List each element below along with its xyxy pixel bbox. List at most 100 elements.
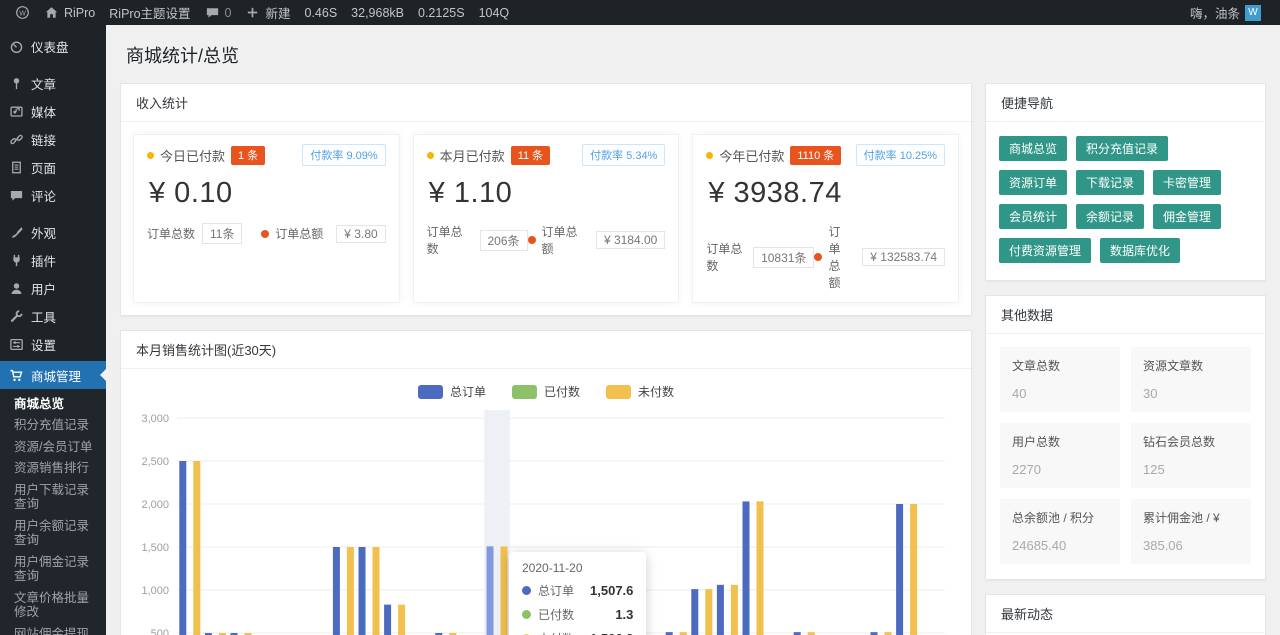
wordpress-icon: W [15,5,30,20]
orders-label: 订单总数 [427,223,473,257]
orders-label: 订单总数 [147,225,195,242]
perf-stat-queries: 104Q [472,6,517,20]
quick-nav-button-memberstats[interactable]: 会员统计 [999,204,1067,229]
submenu-item-commission-records[interactable]: 用户佣金记录查询 [0,551,106,587]
svg-text:2,000: 2,000 [141,499,169,511]
comments-count: 0 [225,6,232,20]
quick-nav-button-dboptimize[interactable]: 数据库优化 [1100,238,1180,263]
perf-stat-querytime: 0.2125S [411,6,472,20]
new-content-link[interactable]: 新建 [238,0,297,25]
card-label: 今日已付款 [160,146,225,165]
income-card-year: 今年已付款 1110 条 付款率 10.25% ¥ 3938.74 订单总数 1… [692,134,959,303]
legend-item-paid[interactable]: 已付数 [512,383,580,400]
amount-value: ¥ 1.10 [429,177,666,210]
orders-label: 订单总数 [706,240,746,274]
submenu-item-withdraw-review[interactable]: 网站佣金提现审核 [0,623,106,635]
chart-panel-title: 本月销售统计图(近30天) [121,331,971,369]
submenu-item-sales-ranking[interactable]: 资源销售排行 [0,458,106,480]
sales-bar-chart[interactable]: 05001,0001,5002,0002,5003,0002020-11-082… [121,402,971,635]
settings-icon [9,337,24,352]
user-avatar: W [1245,5,1261,21]
quick-nav-button-paidres[interactable]: 付费资源管理 [999,238,1091,263]
total-label: 订单总额 [542,223,583,257]
sidebar-item-settings[interactable]: 设置 [0,330,106,358]
legend-swatch [418,385,443,399]
appearance-icon [9,225,24,240]
quick-nav-button-orders[interactable]: 资源订单 [999,170,1067,195]
submenu-item-bulk-price[interactable]: 文章价格批量修改 [0,587,106,623]
perf-stat-memory: 32,968kB [344,6,411,20]
sales-chart-svg: 05001,0001,5002,0002,5003,0002020-11-082… [125,404,961,635]
submenu-item-download-records[interactable]: 用户下载记录查询 [0,479,106,515]
stat-posts-total: 文章总数40 [1000,347,1120,412]
posts-icon [9,76,24,91]
quick-nav-panel: 便捷导航 商城总览积分充值记录资源订单下载记录卡密管理会员统计余额记录佣金管理付… [985,83,1266,281]
sidebar-item-media[interactable]: 媒体 [0,97,106,125]
legend-swatch [606,385,631,399]
comment-icon [205,5,220,20]
count-badge: 1 条 [231,146,265,165]
total-amount: ¥ 3.80 [336,225,385,243]
admin-sidebar: 仪表盘 文章 媒体 链接 页面 评论 外观 插件 用户 工具 设置 商城管理 商… [0,25,106,635]
sidebar-item-plugins[interactable]: 插件 [0,246,106,274]
sidebar-item-pages[interactable]: 页面 [0,153,106,181]
stat-resource-posts: 资源文章数30 [1131,347,1251,412]
sidebar-item-posts[interactable]: 文章 [0,69,106,97]
store-submenu: 商城总览 积分充值记录 资源/会员订单 资源销售排行 用户下载记录查询 用户余额… [0,389,106,635]
submenu-item-balance-records[interactable]: 用户余额记录查询 [0,515,106,551]
card-label: 本月已付款 [440,146,505,165]
main-content: 商城统计/总览 收入统计 今日已付款 1 条 付款率 9.09% [106,25,1280,635]
site-link[interactable]: RiPro [37,0,102,25]
comments-link[interactable]: 0 [198,0,239,25]
home-icon [44,5,59,20]
sidebar-item-comments[interactable]: 评论 [0,181,106,209]
income-panel-title: 收入统计 [121,84,971,122]
activity-title: 最新动态 [986,595,1265,633]
pay-rate-badge: 付款率 5.34% [582,144,665,166]
wordpress-menu[interactable]: W [8,0,37,25]
quick-nav-button-overview[interactable]: 商城总览 [999,136,1067,161]
sidebar-item-dashboard[interactable]: 仪表盘 [0,32,106,60]
chart-legend: 总订单 已付数 未付数 [121,369,971,402]
admin-bar: W RiPro RiPro主题设置 0 新建 0.46S 32,968kB 0.… [0,0,1280,25]
account-menu[interactable]: 嗨，油条 W [1183,0,1268,25]
plus-icon [245,5,260,20]
quick-nav-button-commission[interactable]: 佣金管理 [1153,204,1221,229]
sidebar-item-appearance[interactable]: 外观 [0,218,106,246]
quick-nav-button-cardkeys[interactable]: 卡密管理 [1153,170,1221,195]
stat-balance-pool: 总余额池 / 积分24685.40 [1000,499,1120,564]
amount-value: ¥ 3938.74 [708,177,945,210]
total-amount: ¥ 132583.74 [862,248,945,266]
sidebar-item-tools[interactable]: 工具 [0,302,106,330]
status-dot-icon [147,152,154,159]
perf-stat-time: 0.46S [298,6,345,20]
sidebar-item-store[interactable]: 商城管理 [0,361,106,389]
submenu-item-overview[interactable]: 商城总览 [0,393,106,415]
quick-nav-button-recharge[interactable]: 积分充值记录 [1076,136,1168,161]
sidebar-item-links[interactable]: 链接 [0,125,106,153]
legend-item-unpaid[interactable]: 未付数 [606,383,674,400]
total-label: 订单总额 [828,223,849,291]
quick-nav-button-downloads[interactable]: 下载记录 [1076,170,1144,195]
svg-text:W: W [19,10,26,17]
sidebar-item-users[interactable]: 用户 [0,274,106,302]
theme-settings-link[interactable]: RiPro主题设置 [102,0,197,25]
status-dot-icon [528,236,536,244]
svg-text:2,500: 2,500 [141,456,169,468]
tools-icon [9,309,24,324]
greeting: 嗨，油条 [1190,3,1240,22]
comments-icon [9,188,24,203]
plugins-icon [9,253,24,268]
dashboard-icon [9,39,24,54]
quick-nav-button-balance[interactable]: 余额记录 [1076,204,1144,229]
count-badge: 1110 条 [790,146,841,165]
stat-users-total: 用户总数2270 [1000,423,1120,488]
svg-text:500: 500 [151,628,169,635]
legend-item-total[interactable]: 总订单 [418,383,486,400]
submenu-item-recharge-records[interactable]: 积分充值记录 [0,415,106,437]
submenu-item-orders[interactable]: 资源/会员订单 [0,436,106,458]
activity-panel: 最新动态 admin ： 购买资源 [¥0.10] 换算站内货币=1.00 20… [985,594,1266,635]
orders-count: 206条 [480,230,528,251]
other-data-title: 其他数据 [986,296,1265,334]
status-dot-icon [814,253,822,261]
